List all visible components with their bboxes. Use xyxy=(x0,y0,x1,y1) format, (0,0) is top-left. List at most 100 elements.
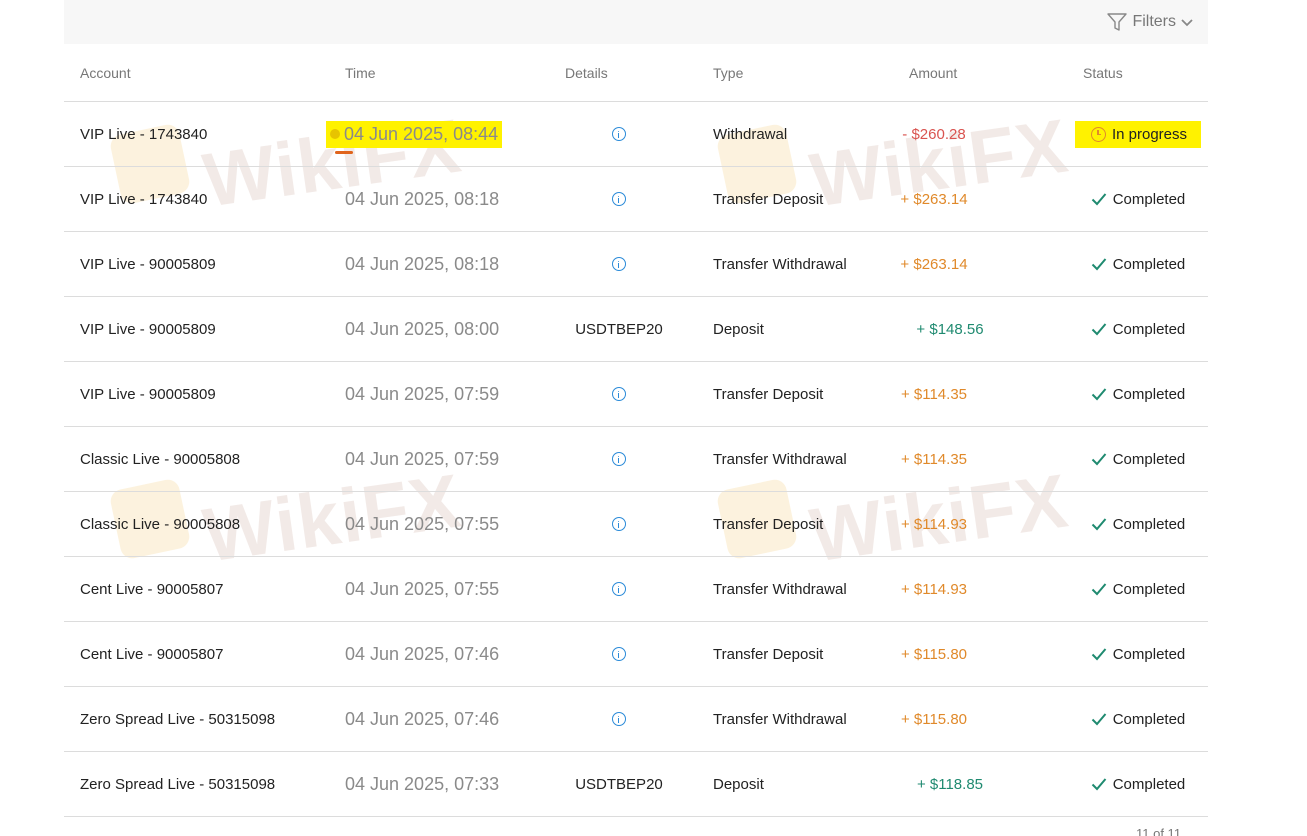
status-cell: Completed xyxy=(1068,557,1208,621)
details-cell xyxy=(574,167,664,231)
status-text: Completed xyxy=(1112,580,1186,598)
status-text: Completed xyxy=(1112,190,1186,208)
table-row[interactable]: Cent Live - 90005807 04 Jun 2025, 07:46 … xyxy=(64,622,1208,687)
amount-cell: + $114.35 xyxy=(900,385,968,403)
details-cell xyxy=(574,427,664,491)
details-cell xyxy=(574,362,664,426)
details-cell: USDTBEP20 xyxy=(575,775,663,793)
time-cell: 04 Jun 2025, 07:55 xyxy=(345,578,500,599)
info-icon[interactable] xyxy=(612,192,626,206)
info-icon[interactable] xyxy=(612,257,626,271)
info-icon[interactable] xyxy=(612,712,626,726)
time-cell: 04 Jun 2025, 07:33 xyxy=(345,773,500,794)
table-row[interactable]: VIP Live - 1743840 04 Jun 2025, 08:18 Tr… xyxy=(64,167,1208,232)
time-highlight: 04 Jun 2025, 08:44 xyxy=(326,120,503,154)
status-cell: In progress xyxy=(1068,102,1208,166)
account-cell: Zero Spread Live - 50315098 xyxy=(80,710,276,728)
amount-cell: + $114.93 xyxy=(900,515,968,533)
table-row[interactable]: Classic Live - 90005808 04 Jun 2025, 07:… xyxy=(64,492,1208,557)
account-cell: VIP Live - 1743840 xyxy=(80,190,208,208)
status-text: Completed xyxy=(1112,450,1186,468)
info-icon[interactable] xyxy=(612,582,626,596)
filter-funnel-icon xyxy=(1107,13,1128,31)
table-row[interactable]: VIP Live - 90005809 04 Jun 2025, 08:18 T… xyxy=(64,232,1208,297)
details-cell xyxy=(574,102,664,166)
table-row[interactable]: Cent Live - 90005807 04 Jun 2025, 07:55 … xyxy=(64,557,1208,622)
account-cell: VIP Live - 90005809 xyxy=(80,385,216,403)
pagination-label: 11 of 11 xyxy=(1136,826,1182,836)
amount-cell: + $115.80 xyxy=(900,710,968,728)
table-row[interactable]: Zero Spread Live - 50315098 04 Jun 2025,… xyxy=(64,687,1208,752)
type-cell: Withdrawal xyxy=(713,125,788,143)
column-header-account: Account xyxy=(80,65,131,81)
type-cell: Transfer Deposit xyxy=(713,515,824,533)
details-cell xyxy=(574,232,664,296)
column-header-amount: Amount xyxy=(909,65,958,81)
checkmark-icon xyxy=(1091,258,1106,271)
time-cell: 04 Jun 2025, 07:46 xyxy=(345,643,500,664)
status-cell: Completed xyxy=(1068,427,1208,491)
account-cell: VIP Live - 90005809 xyxy=(80,320,216,338)
type-cell: Transfer Deposit xyxy=(713,645,824,663)
time-cell: 04 Jun 2025, 07:59 xyxy=(345,448,500,469)
amount-cell: + $114.93 xyxy=(900,580,968,598)
amount-cell: + $148.56 xyxy=(916,320,984,338)
status-cell: Completed xyxy=(1068,297,1208,361)
status-text: Completed xyxy=(1112,515,1186,533)
table-row[interactable]: VIP Live - 90005809 04 Jun 2025, 07:59 T… xyxy=(64,362,1208,427)
checkmark-icon xyxy=(1091,648,1106,661)
status-text: In progress xyxy=(1111,125,1188,143)
table-row[interactable]: VIP Live - 1743840 04 Jun 2025, 08:44 Wi… xyxy=(64,102,1208,167)
status-cell: Completed xyxy=(1068,622,1208,686)
checkmark-icon xyxy=(1091,518,1106,531)
info-icon[interactable] xyxy=(612,127,626,141)
status-cell: Completed xyxy=(1068,752,1208,816)
transactions-table: Account Time Details Type Amount Status … xyxy=(64,44,1208,817)
status-text: Completed xyxy=(1112,645,1186,663)
table-header: Account Time Details Type Amount Status xyxy=(64,44,1208,102)
type-cell: Transfer Withdrawal xyxy=(713,450,847,468)
transactions-page: WikiFX WikiFX WikiFX WikiFX Filters Acco… xyxy=(0,0,1307,836)
status-cell: Completed xyxy=(1068,687,1208,751)
checkmark-icon xyxy=(1091,388,1106,401)
filters-label: Filters xyxy=(1132,13,1176,30)
type-cell: Deposit xyxy=(713,775,764,793)
amount-cell: + $263.14 xyxy=(900,190,968,208)
amount-cell: + $118.85 xyxy=(916,775,984,793)
status-cell: Completed xyxy=(1068,167,1208,231)
checkmark-icon xyxy=(1091,453,1106,466)
status-badge: In progress xyxy=(1074,120,1202,148)
status-text: Completed xyxy=(1112,255,1186,273)
info-icon[interactable] xyxy=(612,647,626,661)
type-cell: Transfer Deposit xyxy=(713,190,824,208)
details-cell xyxy=(574,492,664,556)
status-cell: Completed xyxy=(1068,362,1208,426)
clock-icon xyxy=(1090,126,1106,142)
status-text: Completed xyxy=(1112,710,1186,728)
checkmark-icon xyxy=(1091,778,1106,791)
account-cell: VIP Live - 1743840 xyxy=(80,125,208,143)
column-header-time: Time xyxy=(345,65,376,81)
account-cell: Cent Live - 90005807 xyxy=(80,645,224,663)
time-cell: 04 Jun 2025, 08:18 xyxy=(345,253,500,274)
checkmark-icon xyxy=(1091,193,1106,206)
status-text: Completed xyxy=(1112,320,1186,338)
details-cell: USDTBEP20 xyxy=(575,320,663,338)
filter-bar: Filters xyxy=(64,0,1208,44)
account-cell: Zero Spread Live - 50315098 xyxy=(80,775,276,793)
type-cell: Transfer Withdrawal xyxy=(713,255,847,273)
info-icon[interactable] xyxy=(612,517,626,531)
table-row[interactable]: Zero Spread Live - 50315098 04 Jun 2025,… xyxy=(64,752,1208,817)
info-icon[interactable] xyxy=(612,452,626,466)
table-row[interactable]: Classic Live - 90005808 04 Jun 2025, 07:… xyxy=(64,427,1208,492)
table-row[interactable]: VIP Live - 90005809 04 Jun 2025, 08:00 U… xyxy=(64,297,1208,362)
info-icon[interactable] xyxy=(612,387,626,401)
checkmark-icon xyxy=(1091,323,1106,336)
filters-button[interactable]: Filters xyxy=(1106,10,1194,34)
type-cell: Transfer Withdrawal xyxy=(713,710,847,728)
status-text: Completed xyxy=(1112,385,1186,403)
time-cell: 04 Jun 2025, 08:18 xyxy=(345,188,500,209)
details-cell xyxy=(574,557,664,621)
column-header-type: Type xyxy=(713,65,744,81)
column-header-details: Details xyxy=(565,65,608,81)
